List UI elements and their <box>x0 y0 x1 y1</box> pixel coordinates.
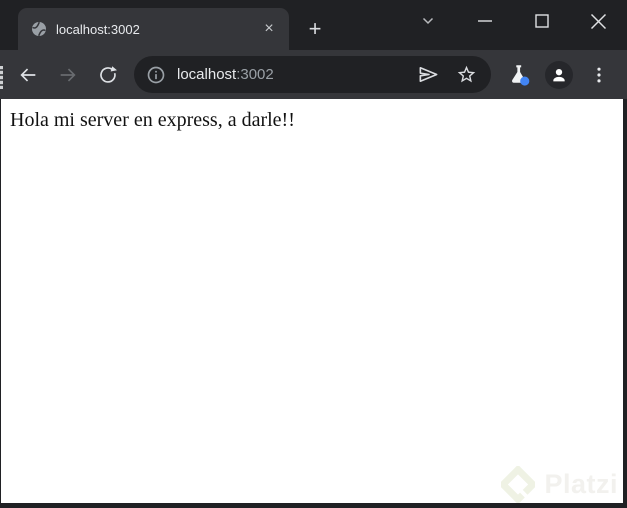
back-button[interactable] <box>8 55 48 95</box>
minimize-button[interactable] <box>456 1 513 41</box>
reload-icon <box>100 65 117 83</box>
platzi-watermark-text: Platzi <box>544 469 618 499</box>
browser-window: localhost:3002 × + localhost:3002 Hola m… <box>0 0 627 508</box>
forward-arrow-icon <box>60 67 76 82</box>
flask-icon <box>512 64 530 86</box>
new-tab-button[interactable]: + <box>301 15 329 43</box>
back-arrow-icon <box>20 67 36 82</box>
close-window-button[interactable] <box>570 1 627 41</box>
send-button[interactable] <box>417 63 440 86</box>
minimize-icon <box>477 20 492 22</box>
bookmark-star-button[interactable] <box>456 64 477 85</box>
person-icon <box>553 68 565 81</box>
three-dot-menu-icon <box>597 67 601 82</box>
extension-flask-button[interactable] <box>499 55 539 95</box>
page-body-text: Hola mi server en express, a darle!! <box>10 109 295 131</box>
url-text: localhost:3002 <box>177 66 417 83</box>
tab-close-button[interactable]: × <box>259 19 279 39</box>
tab-localhost[interactable]: localhost:3002 × <box>18 8 289 50</box>
send-icon <box>419 66 438 83</box>
background-window-sliver <box>0 66 3 89</box>
site-info-icon[interactable] <box>146 65 166 85</box>
profile-button[interactable] <box>539 55 579 95</box>
star-icon <box>457 65 476 83</box>
url-port: :3002 <box>236 66 274 83</box>
maximize-icon <box>534 14 549 28</box>
url-host: localhost <box>177 66 237 83</box>
platzi-watermark: Platzi <box>501 466 618 503</box>
browser-toolbar: localhost:3002 <box>0 50 627 99</box>
address-bar[interactable]: localhost:3002 <box>134 56 491 93</box>
chevron-down-icon <box>422 17 433 25</box>
tab-strip: localhost:3002 × + <box>0 0 627 50</box>
reload-button[interactable] <box>88 55 128 95</box>
page-viewport: Hola mi server en express, a darle!! Pla… <box>1 99 623 503</box>
close-icon <box>590 13 607 29</box>
globe-favicon-icon <box>31 21 47 37</box>
window-controls <box>399 1 627 41</box>
platzi-logo-icon <box>501 466 536 503</box>
maximize-button[interactable] <box>513 1 570 41</box>
menu-button[interactable] <box>579 55 619 95</box>
tab-search-chevron-button[interactable] <box>399 1 456 41</box>
tab-title: localhost:3002 <box>56 21 140 37</box>
avatar <box>545 60 573 89</box>
forward-button[interactable] <box>48 55 88 95</box>
